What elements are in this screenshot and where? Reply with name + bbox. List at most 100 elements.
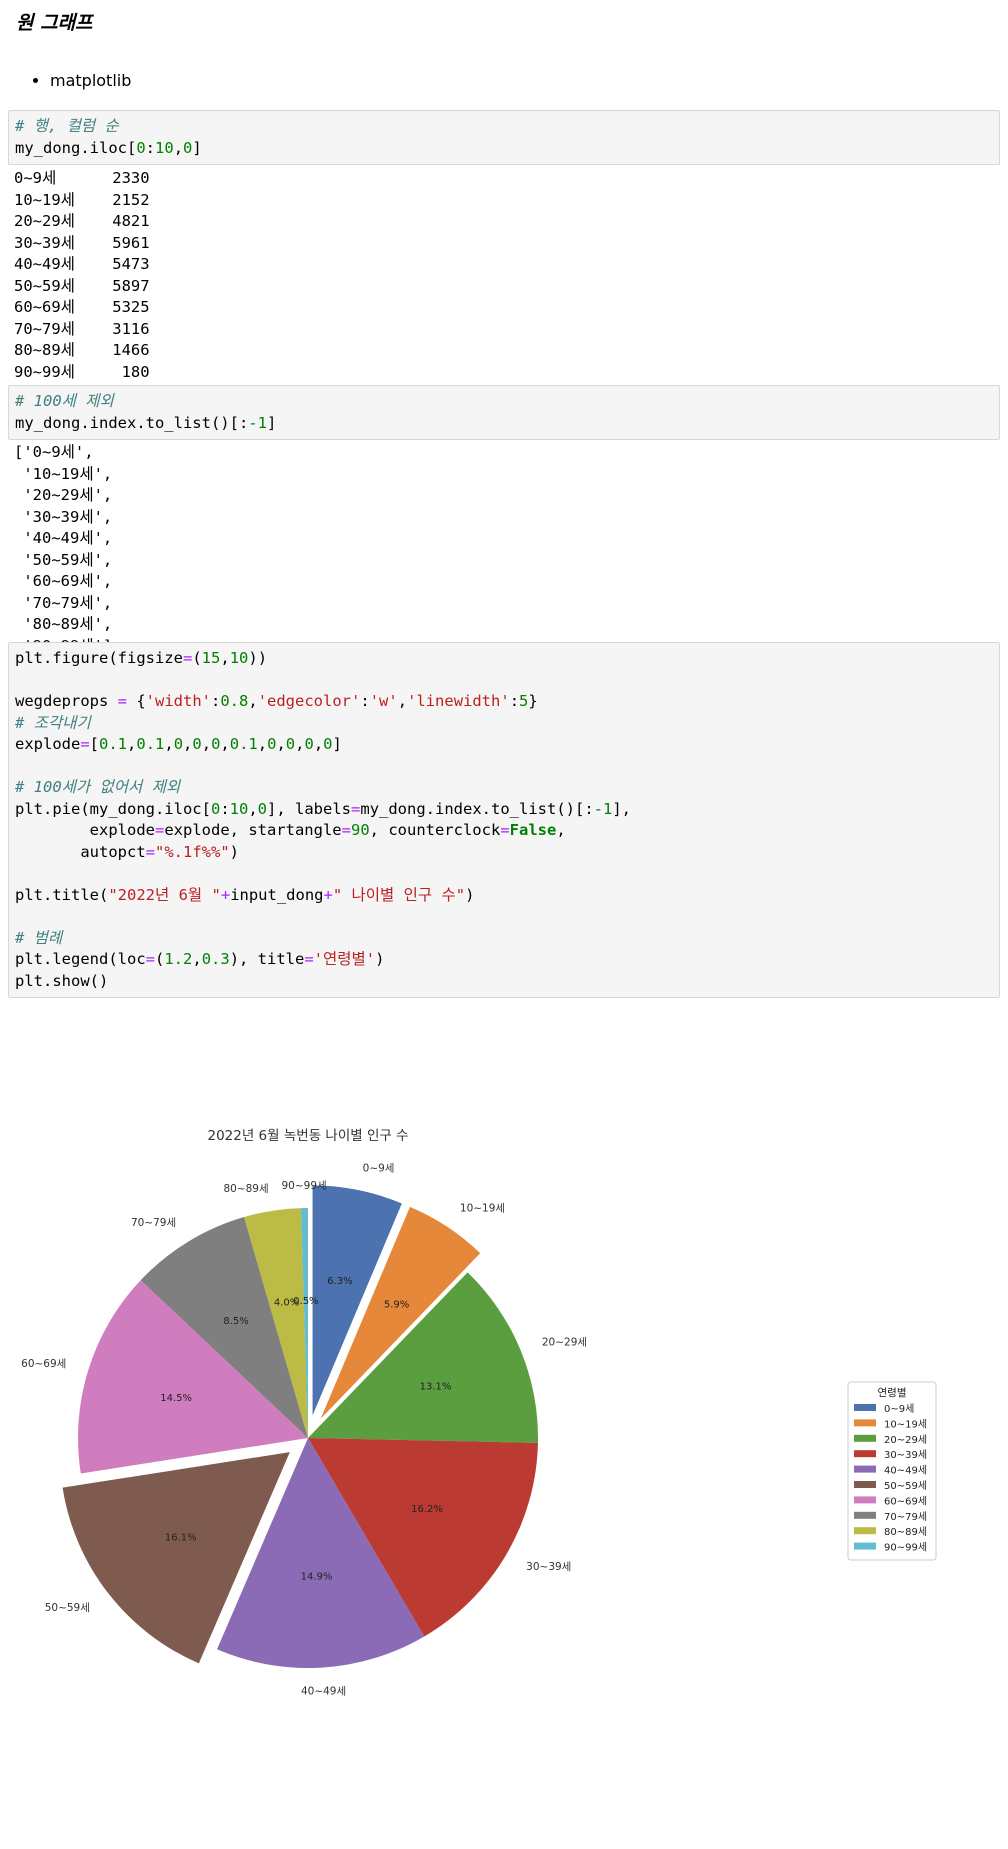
legend-swatch bbox=[854, 1481, 876, 1488]
code-token: )) bbox=[248, 649, 268, 667]
pie-category-label: 90~99세 bbox=[282, 1180, 327, 1192]
output-line: '60~69세', bbox=[14, 572, 113, 590]
pie-chart: 2022년 6월 녹번동 나이별 인구 수 6.3% 0~9세 5.9% 10~19세… bbox=[21, 1128, 937, 1698]
code-token: False bbox=[509, 821, 557, 839]
section-heading: 원 그래프 bbox=[16, 12, 93, 34]
code-line: wegdeprops = {'width':0.8,'edgecolor':'w… bbox=[15, 691, 993, 713]
code-line: plt.title("2022년 6월 "+input_dong+" 나이별 인… bbox=[15, 885, 993, 907]
code-token: = bbox=[182, 649, 193, 667]
code-token: plt.show() bbox=[15, 971, 109, 990]
chart-title: 2022년 6월 녹번동 나이별 인구 수 bbox=[207, 1128, 408, 1144]
code-token: 'linewidth' bbox=[407, 692, 510, 710]
code-token: input_dong bbox=[230, 885, 324, 904]
code-token: # 100세 제외 bbox=[15, 392, 114, 410]
code-token: 0.1 bbox=[136, 735, 165, 753]
code-token: plt.legend(loc bbox=[15, 950, 146, 968]
pie-percent-label: 8.5% bbox=[223, 1316, 248, 1327]
code-line: plt.pie(my_dong.iloc[0:10,0], labels=my_… bbox=[15, 799, 993, 821]
code-token: ], bbox=[612, 799, 631, 818]
output-line: ['0~9세', bbox=[14, 443, 94, 461]
code-token: , bbox=[257, 735, 268, 753]
code-token: 90 bbox=[350, 821, 370, 839]
code-token: 0 bbox=[183, 138, 193, 157]
code-token: ( bbox=[155, 950, 165, 968]
code-token: , bbox=[192, 950, 202, 968]
output-line: '20~29세', bbox=[14, 486, 113, 504]
code-token: 10 bbox=[229, 799, 249, 818]
code-line: # 100세 제외 bbox=[15, 391, 993, 413]
code-token: explode, startangle bbox=[164, 821, 342, 839]
code-token: , bbox=[127, 735, 137, 753]
output-line: 70~79세 3116 bbox=[14, 319, 150, 338]
code-token: 0.1 bbox=[229, 735, 258, 753]
output-line: 50~59세 5897 bbox=[14, 276, 150, 295]
pie-category-label: 40~49세 bbox=[301, 1686, 346, 1698]
code-token: "2022년 6월 " bbox=[108, 885, 221, 904]
code-token: ] bbox=[266, 413, 277, 432]
legend-label: 10~19세 bbox=[884, 1418, 927, 1430]
pie-percent-label: 5.9% bbox=[384, 1300, 409, 1311]
output-line: 60~69세 5325 bbox=[14, 298, 150, 316]
code-token: , bbox=[183, 735, 193, 753]
code-token: = bbox=[351, 799, 361, 818]
code-line: plt.legend(loc=(1.2,0.3), title='연령별') bbox=[15, 949, 993, 971]
output-line: 20~29세 4821 bbox=[14, 212, 150, 230]
code-token: 1.2 bbox=[164, 950, 193, 968]
pie-category-label: 80~89세 bbox=[223, 1183, 268, 1195]
code-line: plt.figure(figsize=(15,10)) bbox=[15, 648, 993, 670]
output-line: 80~89세 1466 bbox=[14, 341, 150, 359]
code-line: # 범례 bbox=[15, 928, 993, 950]
code-cell-pie-plot[interactable]: plt.figure(figsize=(15,10)) wegdeprops =… bbox=[8, 642, 1000, 998]
code-token: my_dong.iloc[ bbox=[15, 138, 137, 157]
output-iloc: 0~9세 2330 10~19세 2152 20~29세 4821 30~39세 59… bbox=[14, 168, 253, 405]
output-line: 90~99세 180 bbox=[14, 362, 150, 381]
code-token: : bbox=[220, 799, 230, 818]
pie-percent-label: 13.1% bbox=[420, 1381, 452, 1392]
legend-swatch bbox=[854, 1542, 876, 1550]
legend-swatch bbox=[854, 1434, 876, 1442]
code-cell-iloc[interactable]: # 행, 컬럼 순 my_dong.iloc[0:10,0] bbox=[8, 110, 1000, 165]
code-token: , bbox=[164, 735, 174, 753]
code-line: # 조각내기 bbox=[15, 713, 993, 735]
code-token: # 조각내기 bbox=[15, 713, 91, 732]
code-token: my_dong.index.to_list()[: bbox=[360, 799, 594, 818]
code-token: , bbox=[173, 138, 184, 157]
legend-swatch bbox=[854, 1465, 876, 1473]
code-token: , bbox=[313, 735, 324, 753]
pie-category-label: 30~39세 bbox=[526, 1561, 571, 1573]
code-token: wegdeprops bbox=[15, 692, 118, 710]
code-token: , bbox=[276, 735, 286, 753]
legend-label: 50~59세 bbox=[884, 1480, 927, 1492]
bullet-list: matplotlib bbox=[22, 70, 131, 92]
legend-label: 0~9세 bbox=[884, 1403, 914, 1415]
code-token: ), title bbox=[229, 950, 305, 968]
code-line: explode=explode, startangle=90, counterc… bbox=[15, 820, 993, 842]
code-token: , bbox=[220, 735, 230, 753]
code-cell-index-list[interactable]: # 100세 제외 my_dong.index.to_list()[:-1] bbox=[8, 385, 1000, 440]
code-token: ], labels bbox=[267, 799, 352, 818]
code-token: 'width' bbox=[145, 692, 211, 710]
code-token: " 나이별 인구 수" bbox=[332, 885, 466, 904]
code-token: = bbox=[145, 950, 155, 968]
pie-category-label: 0~9세 bbox=[363, 1162, 395, 1174]
code-token: = bbox=[80, 735, 90, 753]
code-token: ) bbox=[229, 842, 239, 861]
code-token: -1 bbox=[593, 799, 613, 818]
code-token: = bbox=[117, 692, 127, 710]
code-token: # 범례 bbox=[15, 928, 63, 947]
pie-percent-label: 14.5% bbox=[160, 1393, 192, 1404]
code-line: # 행, 컬럼 순 bbox=[15, 116, 993, 138]
code-token: 0.3 bbox=[201, 950, 230, 968]
code-token: explode bbox=[15, 735, 81, 753]
pie-category-label: 60~69세 bbox=[21, 1358, 66, 1370]
code-line: explode=[0.1,0.1,0,0,0,0.1,0,0,0,0] bbox=[15, 734, 993, 756]
code-token: : bbox=[145, 138, 156, 157]
legend-swatch bbox=[854, 1496, 876, 1504]
output-line: 10~19세 2152 bbox=[14, 190, 150, 209]
code-token: = bbox=[145, 842, 155, 861]
code-token: : bbox=[509, 692, 520, 710]
legend-swatch bbox=[854, 1404, 876, 1411]
